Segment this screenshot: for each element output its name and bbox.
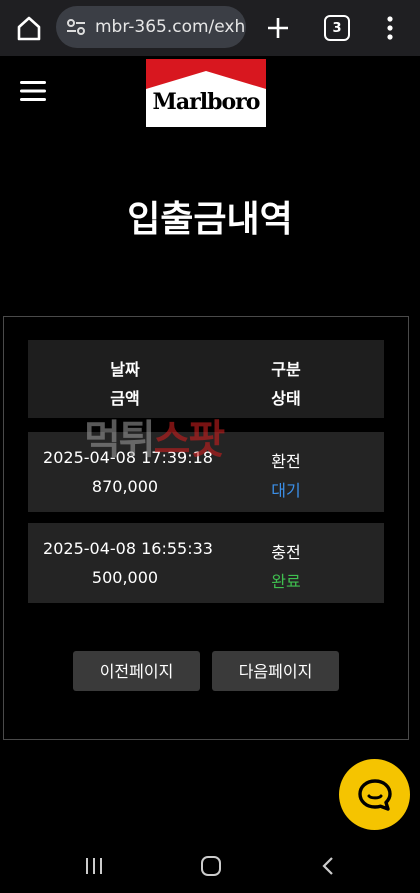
prev-page-button[interactable]: 이전페이지 [73,651,200,691]
logo[interactable]: Marlboro [146,59,266,127]
table-row: 2025-04-08 16:55:33 500,000 충전 완료 [28,523,384,603]
address-bar[interactable]: mbr-365.com/exh [56,6,246,48]
nav-home-icon[interactable] [200,855,222,877]
row-status: 완료 [271,572,301,591]
next-page-button[interactable]: 다음페이지 [212,651,339,691]
logo-text: Marlboro [152,89,261,115]
hamburger-icon[interactable] [20,80,46,102]
row-datetime: 2025-04-08 16:55:33 [43,539,213,558]
row-datetime: 2025-04-08 17:39:18 [43,448,213,467]
nav-back-icon[interactable] [321,855,335,877]
chat-icon [358,779,392,811]
system-nav-bar [0,838,420,893]
more-vert-icon[interactable] [382,14,398,42]
page-title: 입출금내역 [127,199,293,240]
header-type: 구분 [271,360,301,379]
browser-toolbar: mbr-365.com/exh 3 [0,0,420,56]
tabs-icon[interactable]: 3 [324,15,350,41]
row-type: 환전 [271,452,301,471]
tab-count: 3 [332,20,342,36]
header-status: 상태 [271,389,301,408]
row-type: 충전 [271,543,301,562]
nav-recent-icon[interactable] [84,856,104,876]
site-settings-icon[interactable] [65,16,87,38]
home-icon[interactable] [14,13,44,43]
header-date: 날짜 [110,360,140,379]
history-panel: 날짜 금액 구분 상태 2025-04-08 17:39:18 870,000 … [3,316,409,740]
url-text: mbr-365.com/exh [95,17,246,37]
row-amount: 870,000 [91,477,159,496]
table-header: 날짜 금액 구분 상태 [28,340,384,418]
plus-icon[interactable] [264,14,292,42]
row-status: 대기 [271,481,301,500]
table-row: 2025-04-08 17:39:18 870,000 환전 대기 [28,432,384,512]
row-amount: 500,000 [91,568,159,587]
chat-button[interactable] [339,759,410,830]
header-amount: 금액 [110,389,140,408]
